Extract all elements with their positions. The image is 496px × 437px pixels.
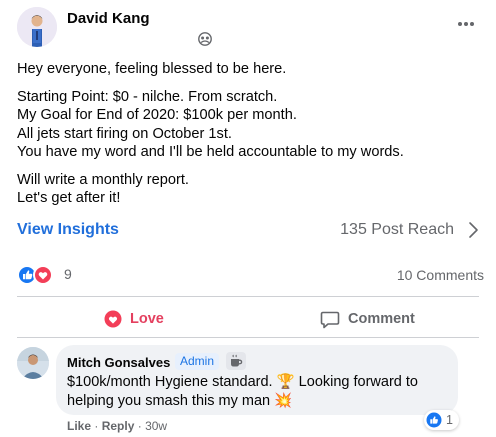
post-line: Let's get after it! — [17, 190, 121, 206]
post-line: All jets start firing on October 1st. — [17, 125, 232, 142]
chevron-right-icon[interactable] — [467, 220, 479, 240]
comment-reply-link[interactable]: Reply — [102, 419, 135, 433]
collision-emoji: 💥 — [274, 392, 293, 409]
admin-badge[interactable]: Admin — [175, 353, 220, 370]
comment-meta: Like · Reply · 30w — [67, 419, 167, 433]
reaction-count[interactable]: 9 — [64, 266, 72, 282]
comment-button[interactable]: Comment — [320, 306, 415, 332]
love-label: Love — [130, 311, 164, 327]
post-body: Hey everyone, feeling blessed to be here… — [17, 60, 477, 217]
comment-like-link[interactable]: Like — [67, 419, 91, 433]
post-paragraph: Will write a monthly report. Let's get a… — [17, 171, 477, 208]
comment-icon — [320, 311, 340, 328]
divider — [17, 296, 479, 297]
meta-separator: · — [94, 419, 99, 433]
more-options-icon[interactable] — [456, 16, 476, 26]
love-button[interactable]: Love — [104, 306, 164, 332]
comments-count-link[interactable]: 10 Comments — [397, 267, 484, 283]
post-line: Starting Point: $0 - nilche. From scratc… — [17, 88, 278, 105]
post-author-name[interactable]: David Kang — [67, 10, 150, 27]
commenter-name[interactable]: Mitch Gonsalves — [67, 355, 170, 370]
commenter-avatar[interactable] — [17, 347, 49, 379]
like-icon — [426, 412, 442, 428]
comment-text: $100k/month Hygiene standard. 🏆 Looking … — [67, 373, 452, 410]
comment-reaction-summary[interactable]: 1 — [424, 410, 459, 430]
divider — [17, 337, 479, 338]
heart-icon — [104, 310, 122, 328]
post-line: You have my word and I'll be held accoun… — [17, 144, 404, 160]
view-insights-link[interactable]: View Insights — [17, 221, 119, 239]
post-paragraph: Starting Point: $0 - nilche. From scratc… — [17, 88, 477, 162]
post-line: Will write a monthly report. — [17, 171, 189, 188]
comment-like-count: 1 — [446, 413, 453, 427]
post-reach[interactable]: 135 Post Reach — [340, 221, 454, 239]
post-paragraph: Hey everyone, feeling blessed to be here… — [17, 60, 477, 79]
comment-label: Comment — [348, 311, 415, 327]
meta-separator: · — [137, 419, 142, 433]
coffee-cup-icon[interactable] — [226, 352, 246, 370]
post-line: Hey everyone, feeling blessed to be here… — [17, 61, 287, 77]
comment-age[interactable]: 30w — [145, 419, 167, 433]
comment-text-part: $100k/month Hygiene standard. — [67, 374, 273, 390]
author-avatar[interactable] — [17, 7, 57, 47]
reaction-summary[interactable] — [17, 264, 62, 286]
group-audience-icon — [198, 32, 212, 46]
trophy-emoji: 🏆 — [276, 374, 295, 390]
post-line: My Goal for End of 2020: $100k per month… — [17, 107, 297, 123]
post-card: David Kang Hey everyone, feeling blessed… — [0, 0, 496, 437]
